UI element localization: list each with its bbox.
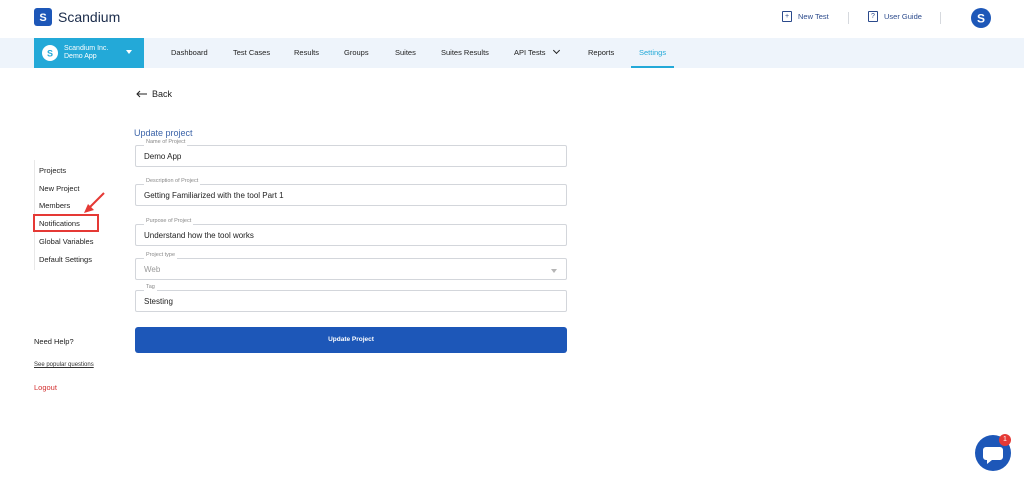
field-value: Getting Familiarized with the tool Part … bbox=[144, 191, 284, 200]
new-test-label: New Test bbox=[798, 12, 829, 21]
popular-questions-link[interactable]: See popular questions bbox=[34, 362, 94, 368]
nav-settings[interactable]: Settings bbox=[631, 38, 675, 68]
field-label: Tag bbox=[144, 284, 157, 291]
field-label: Purpose of Project bbox=[144, 218, 194, 225]
field-label: Description of Project bbox=[144, 178, 201, 185]
back-button[interactable]: Back bbox=[136, 89, 172, 99]
active-tab-indicator bbox=[631, 66, 675, 68]
svg-text:S: S bbox=[47, 49, 53, 59]
header-divider bbox=[940, 12, 941, 24]
sidebar-item-projects[interactable]: Projects bbox=[39, 166, 66, 175]
project-tag-field[interactable]: Tag Stesting bbox=[135, 284, 567, 312]
annotation-arrow-icon bbox=[84, 192, 105, 213]
nav-settings-label: Settings bbox=[639, 48, 667, 57]
project-logo-icon: S bbox=[42, 45, 58, 61]
scandium-logo-icon: S bbox=[34, 8, 52, 26]
plus-icon: + bbox=[782, 11, 792, 22]
field-value: Stesting bbox=[144, 297, 173, 306]
help-title: Need Help? bbox=[34, 337, 74, 346]
field-label: Name of Project bbox=[144, 139, 188, 146]
field-value: Web bbox=[144, 265, 161, 274]
field-value: Understand how the tool works bbox=[144, 231, 254, 240]
arrow-left-icon bbox=[136, 90, 147, 98]
nav-results[interactable]: Results bbox=[294, 38, 319, 68]
svg-text:S: S bbox=[39, 12, 46, 23]
user-guide-link[interactable]: ? User Guide bbox=[868, 11, 922, 22]
brand-logo[interactable]: S Scandium bbox=[34, 8, 120, 26]
main-navbar: S Scandium Inc. Demo App Dashboard Test … bbox=[0, 38, 1024, 68]
back-label: Back bbox=[152, 89, 173, 99]
annotation-highlight-box bbox=[33, 214, 99, 232]
update-project-button[interactable]: Update Project bbox=[135, 327, 567, 353]
nav-groups[interactable]: Groups bbox=[344, 38, 369, 68]
brand-name: Scandium bbox=[58, 9, 121, 25]
chevron-down-icon bbox=[552, 46, 560, 55]
sidebar-item-new-project[interactable]: New Project bbox=[39, 184, 79, 193]
scandium-avatar-icon: S bbox=[977, 12, 985, 26]
sidebar-item-global-variables[interactable]: Global Variables bbox=[39, 237, 93, 246]
nav-api-tests-label: API Tests bbox=[514, 48, 546, 57]
project-app-name: Demo App bbox=[64, 53, 97, 60]
notification-badge: 1 bbox=[999, 434, 1011, 446]
nav-api-tests[interactable]: API Tests bbox=[514, 38, 560, 68]
nav-dashboard[interactable]: Dashboard bbox=[171, 38, 208, 68]
project-org-name: Scandium Inc. bbox=[64, 45, 109, 53]
nav-test-cases[interactable]: Test Cases bbox=[233, 38, 270, 68]
top-header: S Scandium + New Test ? User Guide S bbox=[0, 0, 1024, 38]
question-icon: ? bbox=[868, 11, 878, 22]
form-title: Update project bbox=[134, 128, 193, 138]
sidebar-item-default-settings[interactable]: Default Settings bbox=[39, 255, 92, 264]
nav-suites-results[interactable]: Suites Results bbox=[441, 38, 489, 68]
caret-down-icon bbox=[126, 50, 132, 54]
nav-reports[interactable]: Reports bbox=[588, 38, 614, 68]
header-divider bbox=[848, 12, 849, 24]
caret-down-icon bbox=[551, 269, 557, 273]
logout-link[interactable]: Logout bbox=[34, 383, 57, 392]
new-test-link[interactable]: + New Test bbox=[782, 11, 829, 22]
sidebar-item-members[interactable]: Members bbox=[39, 201, 70, 210]
field-label: Project type bbox=[144, 252, 178, 259]
project-description-field[interactable]: Description of Project Getting Familiari… bbox=[135, 178, 567, 206]
project-purpose-field[interactable]: Purpose of Project Understand how the to… bbox=[135, 218, 567, 246]
user-guide-label: User Guide bbox=[884, 12, 922, 21]
project-selector[interactable]: S Scandium Inc. Demo App bbox=[34, 38, 144, 68]
project-type-select[interactable]: Project type Web bbox=[135, 252, 567, 280]
project-name-field[interactable]: Name of Project Demo App bbox=[135, 139, 567, 167]
user-avatar[interactable]: S bbox=[971, 8, 991, 28]
svg-text:S: S bbox=[977, 12, 985, 26]
nav-suites[interactable]: Suites bbox=[395, 38, 416, 68]
field-value: Demo App bbox=[144, 152, 182, 161]
